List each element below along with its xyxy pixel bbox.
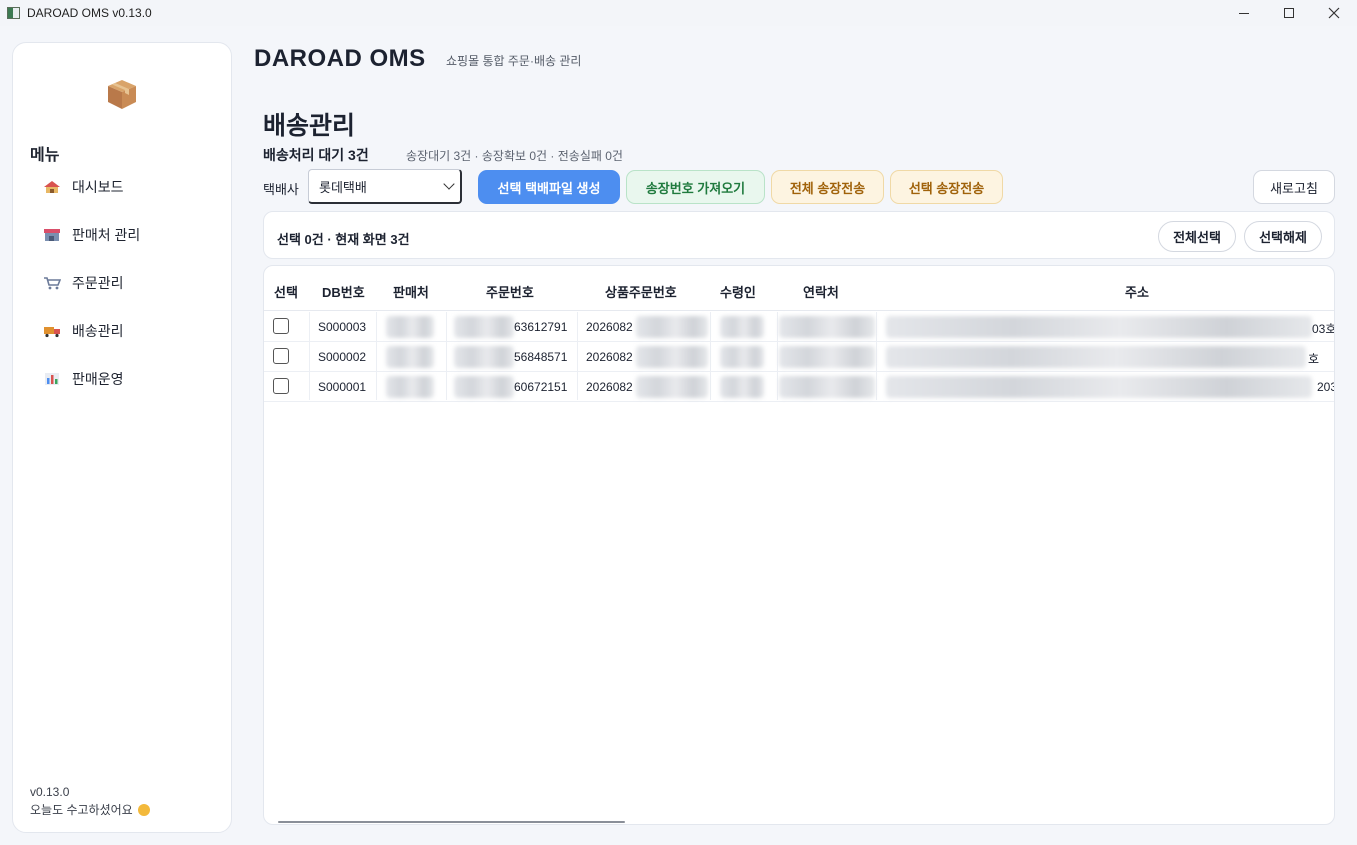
redacted-phone xyxy=(779,346,875,368)
select-all-button[interactable]: 전체선택 xyxy=(1158,221,1236,252)
column-header-address: 주소 xyxy=(1125,285,1149,300)
sidebar-item-delivery[interactable]: 배송관리 xyxy=(43,315,213,347)
address-tail-cell: 호 xyxy=(1308,352,1320,366)
cart-icon xyxy=(44,277,61,290)
close-window-button[interactable] xyxy=(1311,0,1357,26)
redacted-seller xyxy=(386,376,434,398)
courier-selected-value: 롯데택배 xyxy=(319,179,367,195)
maximize-icon xyxy=(1284,8,1294,18)
product-order-number-cell: 2026082 xyxy=(586,380,633,394)
sidebar-item-label: 판매운영 xyxy=(72,371,124,387)
delivery-table: 선택 DB번호 판매처 주문번호 상품주문번호 수령인 연락처 주소 S0000… xyxy=(263,265,1335,825)
maximize-button[interactable] xyxy=(1266,0,1312,26)
sidebar-item-dashboard[interactable]: 대시보드 xyxy=(43,171,213,203)
pending-summary: 배송처리 대기 3건 xyxy=(263,147,369,163)
greeting-label: 오늘도 수고하셨어요 xyxy=(30,803,133,817)
deselect-button[interactable]: 선택해제 xyxy=(1244,221,1322,252)
page-title: 배송관리 xyxy=(263,112,356,140)
redacted-phone xyxy=(779,316,875,338)
address-tail-cell: 03호 xyxy=(1312,322,1335,336)
redacted-seller xyxy=(386,316,434,338)
db-number-cell: S000002 xyxy=(318,350,367,364)
db-number-cell: S000003 xyxy=(318,320,367,334)
sidebar-item-sellers[interactable]: 판매처 관리 xyxy=(43,219,213,251)
smile-emoji-icon xyxy=(137,803,150,816)
order-number-cell: 56848571 xyxy=(514,350,568,364)
order-number-cell: 60672151 xyxy=(514,380,568,394)
brand-title: DAROAD OMS xyxy=(254,45,426,72)
column-header-order-number: 주문번호 xyxy=(486,285,534,300)
row-checkbox[interactable] xyxy=(273,318,289,334)
table-row[interactable]: S000002 56848571 2026082 호 xyxy=(264,342,1334,372)
db-number-cell: S000001 xyxy=(318,380,367,394)
window-titlebar: DAROAD OMS v0.13.0 xyxy=(0,0,1357,26)
order-number-cell: 63612791 xyxy=(514,320,568,334)
truck-icon xyxy=(44,327,60,338)
horizontal-scrollbar[interactable] xyxy=(278,821,625,823)
redacted-product-order-suffix xyxy=(636,346,708,368)
redacted-recipient xyxy=(720,346,764,368)
window-title: DAROAD OMS v0.13.0 xyxy=(27,6,152,20)
redacted-address xyxy=(886,376,1312,398)
store-icon xyxy=(44,229,60,241)
sidebar-item-label: 판매처 관리 xyxy=(72,227,141,243)
column-header-phone: 연락처 xyxy=(803,285,839,300)
sidebar-item-label: 주문관리 xyxy=(72,275,124,291)
selection-bar: 선택 0건 · 현재 화면 3건 전체선택 선택해제 xyxy=(263,211,1335,259)
redacted-order-prefix xyxy=(454,376,514,398)
send-all-invoices-button[interactable]: 전체 송장전송 xyxy=(771,170,884,204)
column-header-seller: 판매처 xyxy=(393,285,429,300)
redacted-recipient xyxy=(720,316,764,338)
version-label: v0.13.0 xyxy=(30,785,70,799)
redacted-seller xyxy=(386,346,434,368)
sidebar-item-sales-ops[interactable]: 판매운영 xyxy=(43,363,213,395)
close-icon xyxy=(1328,7,1340,19)
house-icon xyxy=(44,181,60,193)
redacted-order-prefix xyxy=(454,316,514,338)
redacted-address xyxy=(886,346,1306,368)
courier-label: 택배사 xyxy=(263,182,299,197)
minimize-button[interactable] xyxy=(1221,0,1267,26)
minimize-icon xyxy=(1239,12,1249,14)
sidebar-item-label: 대시보드 xyxy=(72,179,124,195)
redacted-product-order-suffix xyxy=(636,376,708,398)
sidebar: 메뉴 대시보드 판매처 관리 주문관리 배송관리 판매운영 v0.13.0 오늘… xyxy=(12,42,232,833)
column-header-recipient: 수령인 xyxy=(720,285,756,300)
sidebar-item-label: 배송관리 xyxy=(72,323,124,339)
product-order-number-cell: 2026082 xyxy=(586,320,633,334)
redacted-phone xyxy=(779,376,875,398)
package-box-icon xyxy=(108,80,136,109)
table-row[interactable]: S000001 60672151 2026082 203 xyxy=(264,372,1334,402)
refresh-button[interactable]: 새로고침 xyxy=(1253,170,1335,204)
fetch-tracking-button[interactable]: 송장번호 가져오기 xyxy=(626,170,765,204)
send-selected-invoices-button[interactable]: 선택 송장전송 xyxy=(890,170,1003,204)
greeting-text: 오늘도 수고하셨어요 xyxy=(30,801,150,818)
redacted-recipient xyxy=(720,376,764,398)
table-row[interactable]: S000003 63612791 2026082 03호 xyxy=(264,312,1335,342)
product-order-number-cell: 2026082 xyxy=(586,350,633,364)
chevron-down-icon xyxy=(443,178,455,190)
redacted-product-order-suffix xyxy=(636,316,708,338)
courier-select[interactable]: 롯데택배 xyxy=(308,169,462,204)
menu-title: 메뉴 xyxy=(30,147,60,164)
brand-subtitle: 쇼핑몰 통합 주문·배송 관리 xyxy=(446,54,582,68)
address-tail-cell: 203 xyxy=(1317,380,1334,394)
bar-chart-icon xyxy=(45,373,59,385)
sidebar-item-orders[interactable]: 주문관리 xyxy=(43,267,213,299)
row-checkbox[interactable] xyxy=(273,348,289,364)
app-icon xyxy=(7,7,20,19)
redacted-address xyxy=(886,316,1312,338)
redacted-order-prefix xyxy=(454,346,514,368)
row-checkbox[interactable] xyxy=(273,378,289,394)
column-header-select: 선택 xyxy=(274,285,298,300)
generate-courier-file-button[interactable]: 선택 택배파일 생성 xyxy=(478,170,620,204)
header-divider xyxy=(264,310,1334,311)
column-header-db-number: DB번호 xyxy=(322,285,365,300)
selection-count: 선택 0건 · 현재 화면 3건 xyxy=(277,232,410,247)
status-breakdown: 송장대기 3건 · 송장확보 0건 · 전송실패 0건 xyxy=(406,149,623,163)
column-header-product-order-number: 상품주문번호 xyxy=(605,285,677,300)
